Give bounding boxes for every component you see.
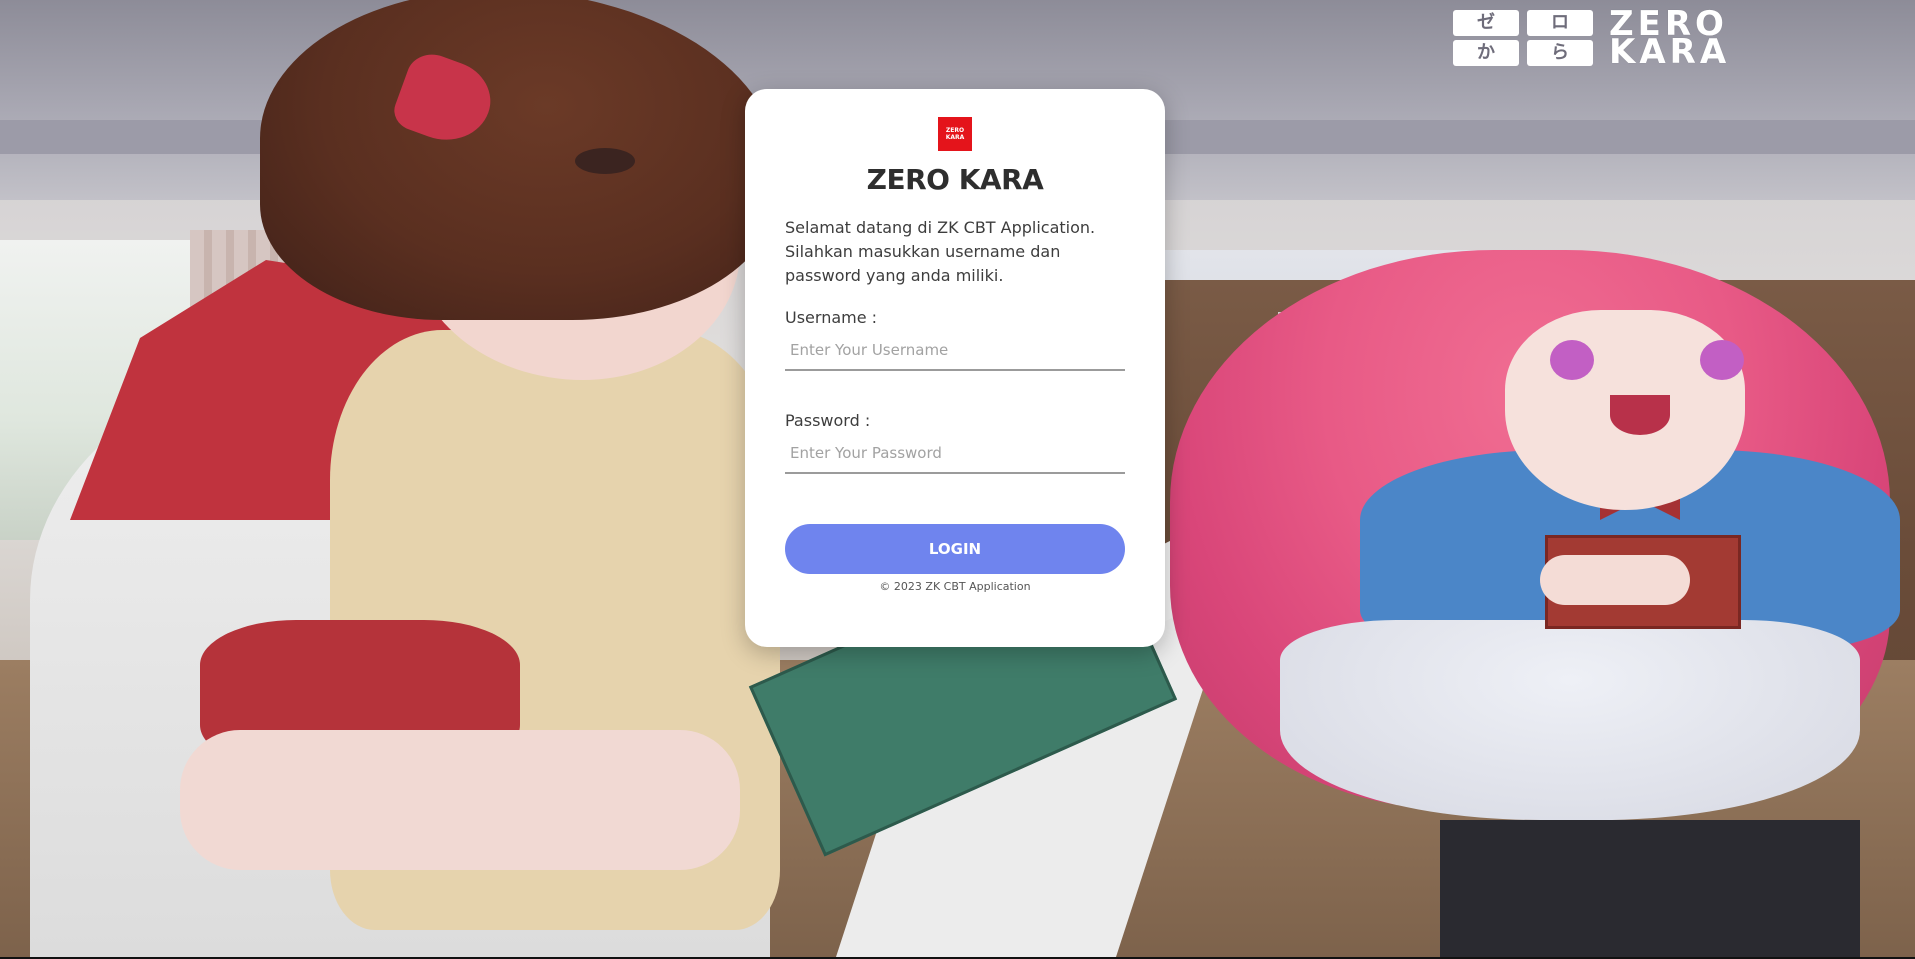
username-label: Username : [785, 308, 878, 327]
girl-character-mouth [1610, 395, 1670, 435]
login-button[interactable]: LOGIN [785, 524, 1125, 574]
brand-kana-tile: か [1453, 40, 1519, 66]
brand-kana-tile: ら [1527, 40, 1593, 66]
girl-character-eye [1700, 340, 1744, 380]
girl-character-eye [1550, 340, 1594, 380]
brand-kana-tile: ロ [1527, 10, 1593, 36]
app-logo-line: KARA [945, 134, 965, 141]
page-title: ZERO KARA [866, 163, 1044, 196]
boy-character-arm [180, 730, 740, 870]
welcome-message: Selamat datang di ZK CBT Application. Si… [785, 218, 1096, 285]
username-input[interactable] [785, 331, 1125, 371]
brand-wordmark: ZERO KARA [1609, 7, 1731, 72]
app-logo-icon: ZERO KARA [938, 117, 972, 151]
girl-character-skirt [1280, 620, 1860, 820]
brand-kana-tile: ゼ [1453, 10, 1519, 36]
brand-kana-tiles: ゼ ロ か ら [1453, 10, 1593, 66]
girl-character-stockings [1440, 820, 1860, 957]
copyright-text: © 2023 ZK CBT Application [879, 580, 1031, 593]
password-label: Password : [785, 411, 871, 430]
boy-character-hair [260, 0, 780, 320]
app-logo-line: ZERO [945, 127, 965, 134]
girl-character-hands [1540, 555, 1690, 605]
boy-character-eye [575, 148, 635, 174]
password-input[interactable] [785, 434, 1125, 474]
brand-word-kara: KARA [1609, 32, 1731, 72]
login-card: ZERO KARA ZERO KARA Selamat datang di ZK… [745, 89, 1165, 647]
brand-logo: ゼ ロ か ら ZERO KARA [1453, 7, 1731, 72]
